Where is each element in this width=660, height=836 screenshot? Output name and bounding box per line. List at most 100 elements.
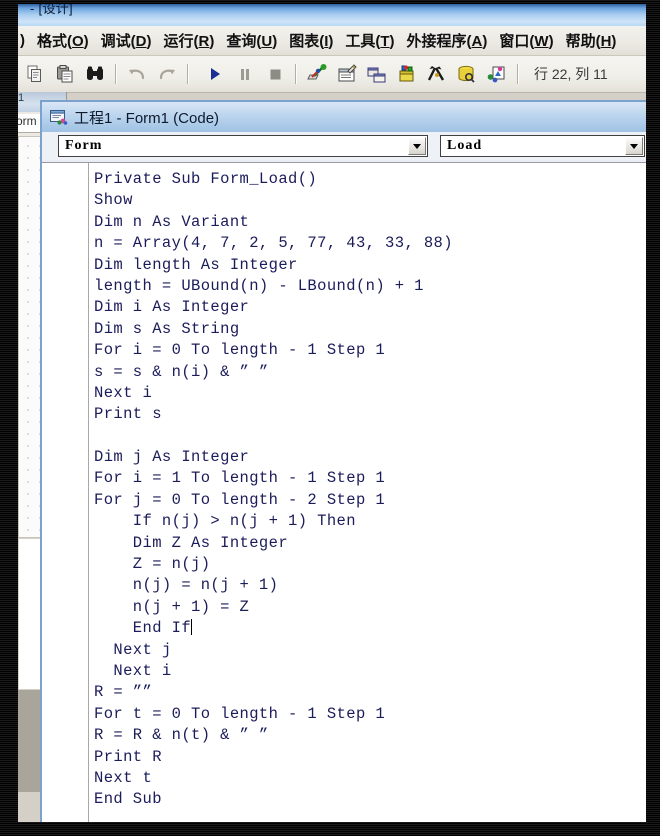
object-dropdown-value: Form xyxy=(65,138,103,153)
vb6-ide-window: - [设计] ) 格式(O) 调试(D) 运行(R) 查询(U) 图表(I) 工… xyxy=(14,4,654,826)
menu-item-addins[interactable]: 外接程序(A) xyxy=(401,28,494,53)
code-line: Next i xyxy=(94,661,172,680)
menu-item-debug[interactable]: 调试(D) xyxy=(95,28,158,53)
menu-label: 外接程序( xyxy=(406,33,472,50)
menu-mnemonic: T xyxy=(380,33,390,50)
code-line: length = UBound(n) - LBound(n) + 1 xyxy=(94,276,424,295)
project-explorer-button[interactable] xyxy=(303,60,331,88)
cursor-position-label: 行 22, 列 11 xyxy=(534,66,608,82)
paste-icon xyxy=(57,65,73,83)
menu-label: 图表( xyxy=(289,33,325,50)
code-line: For i = 1 To length - 1 Step 1 xyxy=(94,469,386,488)
component-manager-button[interactable] xyxy=(483,60,511,88)
code-line: Dim i As Integer xyxy=(94,298,250,317)
code-line: n = Array(4, 7, 2, 5, 77, 43, 33, 88) xyxy=(94,234,453,253)
toolbar-separator xyxy=(295,64,297,84)
code-line: Print s xyxy=(94,405,162,424)
paste-button[interactable] xyxy=(51,60,79,88)
data-view-button[interactable] xyxy=(453,60,481,88)
code-text-content[interactable]: Private Sub Form_Load() Show Dim n As Vari… xyxy=(94,169,650,811)
object-dropdown[interactable]: Form xyxy=(58,135,428,157)
code-line: Z = n(j) xyxy=(94,555,211,574)
find-binoculars-icon xyxy=(87,66,103,80)
menu-label: ) xyxy=(20,32,25,49)
toolbar: 行 22, 列 11 xyxy=(14,56,654,93)
end-button[interactable] xyxy=(261,60,289,88)
toolbar-separator xyxy=(115,64,117,84)
procedure-dropdown-value: Load xyxy=(447,138,483,153)
code-line: R = ”” xyxy=(94,683,153,702)
code-window-title-bar[interactable]: 工程1 - Form1 (Code) xyxy=(42,102,654,132)
object-browser-icon xyxy=(399,65,414,82)
photo-edge-right xyxy=(646,0,660,836)
component-manager-icon xyxy=(487,66,505,83)
code-line: n(j) = n(j + 1) xyxy=(94,576,279,595)
menu-bar: ) 格式(O) 调试(D) 运行(R) 查询(U) 图表(I) 工具(T) 外接… xyxy=(14,26,654,56)
copy-button[interactable] xyxy=(21,60,49,88)
menu-tail: ) xyxy=(83,33,89,50)
photo-edge-bottom xyxy=(0,822,660,836)
code-line: For i = 0 To length - 1 Step 1 xyxy=(94,341,386,360)
menu-mnemonic: U xyxy=(261,33,273,50)
redo-button[interactable] xyxy=(153,60,181,88)
menu-tail: ) xyxy=(209,33,215,50)
form-layout-icon xyxy=(367,67,386,83)
code-window-title-text: 工程1 - Form1 (Code) xyxy=(74,109,220,127)
code-line: s = s & n(i) & ” ” xyxy=(94,362,269,381)
menu-item-run[interactable]: 运行(R) xyxy=(158,28,221,53)
properties-window-button[interactable] xyxy=(333,60,361,88)
run-button[interactable] xyxy=(201,60,229,88)
menu-item-tools[interactable]: 工具(T) xyxy=(339,28,400,53)
code-line: If n(j) > n(j + 1) Then xyxy=(94,512,356,531)
object-browser-button[interactable] xyxy=(393,60,421,88)
code-line: Next j xyxy=(94,640,172,659)
menu-tail: ) xyxy=(272,33,278,50)
toolbox-icon xyxy=(427,66,445,81)
code-line: R = R & n(t) & ” ” xyxy=(94,726,269,745)
menu-item-diagram[interactable]: 图表(I) xyxy=(283,28,339,53)
data-view-icon xyxy=(458,65,475,83)
properties-window-icon xyxy=(338,64,357,82)
menu-tail: ) xyxy=(328,33,334,50)
menu-mnemonic: O xyxy=(72,33,84,50)
form-layout-button[interactable] xyxy=(363,60,391,88)
chevron-down-icon[interactable] xyxy=(408,137,426,155)
project-explorer-icon xyxy=(307,64,327,80)
ide-title-text: - [设计] xyxy=(30,4,73,16)
menu-label: 调试( xyxy=(100,33,136,50)
menu-item-window[interactable]: 窗口(W) xyxy=(493,28,559,53)
chevron-down-icon[interactable] xyxy=(625,137,643,155)
toolbox-button[interactable] xyxy=(423,60,451,88)
copy-icon xyxy=(27,65,41,82)
menu-tail: ) xyxy=(611,33,617,50)
menu-label: 窗口( xyxy=(499,33,535,50)
stop-square-icon xyxy=(270,69,281,80)
toolbar-separator xyxy=(517,64,519,84)
code-line: End If xyxy=(94,619,193,638)
code-line: Dim n As Variant xyxy=(94,212,250,231)
menu-mnemonic: R xyxy=(198,33,210,50)
photo-edge-top xyxy=(0,0,660,4)
code-line: Dim j As Integer xyxy=(94,448,250,467)
code-editor-area[interactable]: Private Sub Form_Load() Show Dim n As Vari… xyxy=(42,162,654,826)
code-line: Next t xyxy=(94,768,153,787)
code-line: Dim length As Integer xyxy=(94,255,298,274)
code-window-dropdown-row: Form Load xyxy=(42,132,654,160)
menu-item-query[interactable]: 查询(U) xyxy=(220,28,283,53)
pause-icon xyxy=(241,69,249,80)
break-button[interactable] xyxy=(231,60,259,88)
code-margin-indicator-bar[interactable] xyxy=(42,163,89,826)
ide-title-bar[interactable]: - [设计] xyxy=(14,4,654,26)
run-play-icon xyxy=(211,68,220,80)
menu-tail: ) xyxy=(482,33,488,50)
menu-item-help[interactable]: 帮助(H) xyxy=(560,28,623,53)
menu-item-format[interactable]: 格式(O) xyxy=(31,28,95,53)
code-line: For t = 0 To length - 1 Step 1 xyxy=(94,704,386,723)
find-button[interactable] xyxy=(81,60,109,88)
code-line: For j = 0 To length - 2 Step 1 xyxy=(94,490,386,509)
undo-arrow-icon xyxy=(129,69,145,80)
code-module-icon xyxy=(50,110,68,125)
procedure-dropdown[interactable]: Load xyxy=(440,135,645,157)
undo-button[interactable] xyxy=(123,60,151,88)
